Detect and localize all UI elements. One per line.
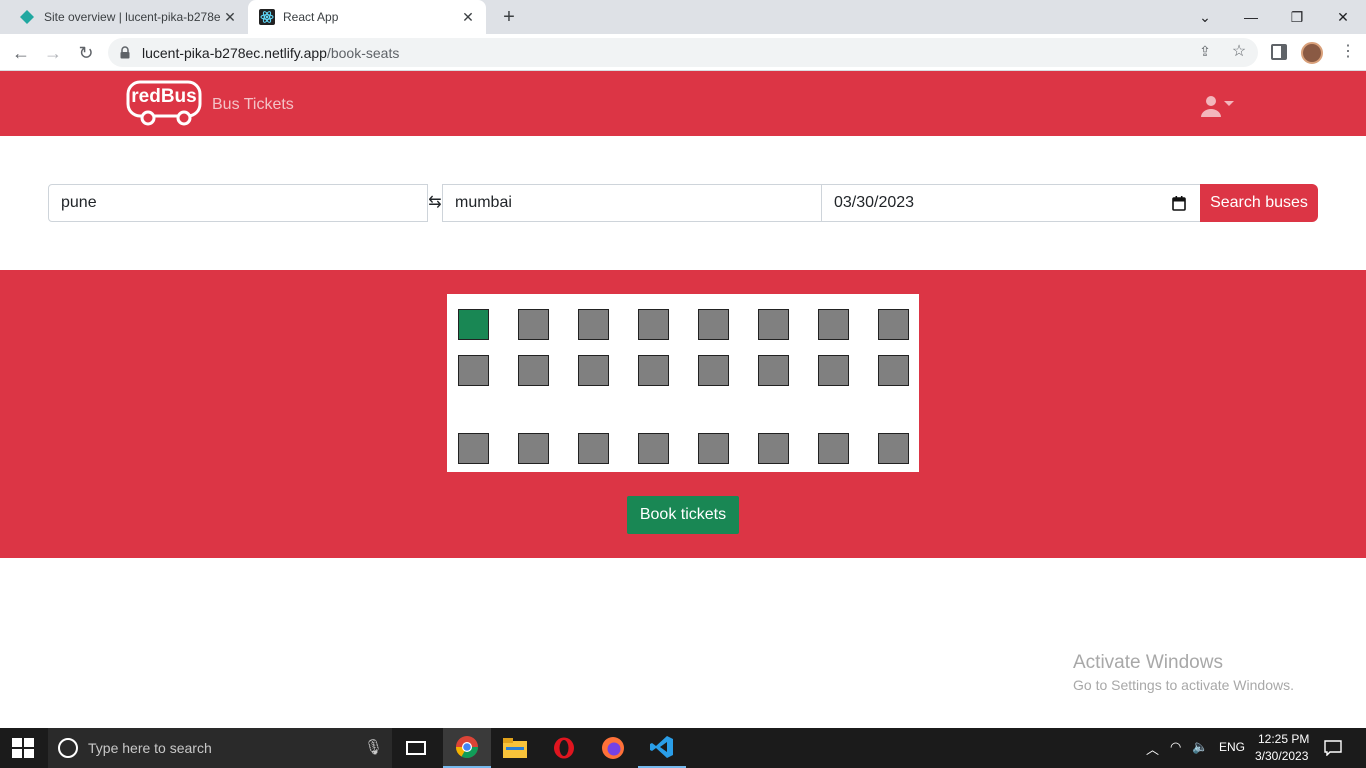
seat[interactable] — [698, 355, 729, 386]
netlify-icon — [20, 10, 34, 24]
menu-icon[interactable]: ⋮ — [1340, 40, 1356, 64]
seat[interactable] — [578, 433, 609, 464]
search-icon — [58, 738, 78, 758]
close-window-icon[interactable]: ✕ — [1330, 4, 1356, 30]
redbus-logo[interactable]: redBus — [126, 79, 202, 127]
calendar-icon[interactable] — [1172, 196, 1186, 211]
url-text: lucent-pika-b278ec.netlify.app/book-seat… — [142, 45, 399, 61]
opera-icon[interactable] — [540, 728, 588, 768]
seat[interactable] — [638, 309, 669, 340]
from-city-input[interactable]: pune — [48, 184, 428, 222]
user-menu-dropdown[interactable] — [1198, 93, 1238, 117]
windows-taskbar: Type here to search 🎙 ︿ ◠ 🔈 ENG 12:25 PM… — [0, 728, 1366, 768]
seat[interactable] — [578, 309, 609, 340]
seat[interactable] — [458, 355, 489, 386]
network-icon[interactable]: ◠ — [1170, 739, 1181, 755]
clock-time[interactable]: 12:25 PM — [1258, 732, 1309, 746]
seat-selection-section: Book tickets — [0, 270, 1366, 558]
react-icon — [259, 9, 275, 25]
tab-search-icon[interactable]: ⌄ — [1192, 4, 1218, 30]
seat[interactable] — [758, 309, 789, 340]
minimize-icon[interactable]: — — [1238, 4, 1264, 30]
lock-icon — [120, 46, 130, 59]
seat-map — [447, 294, 919, 472]
travel-date-input[interactable]: 03/30/2023 — [821, 184, 1201, 222]
search-buses-button[interactable]: Search buses — [1200, 184, 1318, 222]
seat[interactable] — [698, 309, 729, 340]
taskbar-search-box[interactable]: Type here to search 🎙 — [48, 728, 392, 768]
microphone-icon[interactable]: 🎙 — [364, 738, 383, 756]
notification-icon[interactable] — [1324, 740, 1342, 756]
windows-start-icon[interactable] — [12, 738, 34, 758]
seat[interactable] — [758, 355, 789, 386]
app-navbar: redBus Bus Tickets — [0, 71, 1366, 136]
tab-react-app[interactable]: React App ✕ — [248, 0, 486, 34]
seat[interactable] — [878, 355, 909, 386]
seat[interactable] — [458, 309, 489, 340]
new-tab-button[interactable]: + — [497, 5, 521, 29]
firefox-icon[interactable] — [589, 728, 637, 768]
back-icon[interactable]: ← — [8, 40, 34, 66]
browser-tab-strip: Site overview | lucent-pika-b278e ✕ Reac… — [0, 0, 1366, 34]
address-bar[interactable]: lucent-pika-b278ec.netlify.app/book-seat… — [108, 38, 1258, 67]
brand-label[interactable]: Bus Tickets — [212, 96, 294, 114]
restore-icon[interactable]: ❐ — [1284, 4, 1310, 30]
url-path: /book-seats — [326, 45, 400, 61]
share-icon[interactable]: ⇪ — [1196, 43, 1214, 61]
avatar[interactable] — [1301, 42, 1323, 64]
file-explorer-icon[interactable] — [491, 728, 539, 768]
vscode-icon[interactable] — [638, 728, 686, 768]
seat[interactable] — [578, 355, 609, 386]
tab-title: React App — [283, 10, 339, 24]
seat[interactable] — [518, 355, 549, 386]
seat[interactable] — [758, 433, 789, 464]
logo-text: redBus — [131, 86, 197, 107]
seat[interactable] — [518, 309, 549, 340]
seat[interactable] — [878, 433, 909, 464]
task-view-icon[interactable] — [392, 728, 440, 768]
tab-title: Site overview | lucent-pika-b278e — [44, 10, 220, 24]
forward-icon[interactable]: → — [40, 40, 66, 66]
user-icon — [1201, 96, 1221, 117]
to-city-input[interactable]: mumbai — [442, 184, 822, 222]
seat[interactable] — [878, 309, 909, 340]
seat[interactable] — [458, 433, 489, 464]
seat[interactable] — [698, 433, 729, 464]
seat[interactable] — [818, 355, 849, 386]
seat[interactable] — [818, 309, 849, 340]
activate-windows-subtitle: Go to Settings to activate Windows. — [1073, 677, 1294, 693]
close-icon[interactable]: ✕ — [460, 9, 476, 25]
taskbar-search-placeholder: Type here to search — [88, 740, 212, 756]
close-icon[interactable]: ✕ — [222, 9, 238, 25]
side-panel-icon[interactable] — [1271, 44, 1287, 60]
tab-site-overview[interactable]: Site overview | lucent-pika-b278e ✕ — [8, 0, 248, 34]
activate-windows-title: Activate Windows — [1073, 652, 1223, 673]
clock-date[interactable]: 3/30/2023 — [1255, 749, 1308, 763]
seat[interactable] — [518, 433, 549, 464]
bookmark-star-icon[interactable]: ☆ — [1230, 41, 1248, 61]
language-indicator[interactable]: ENG — [1219, 740, 1245, 754]
chevron-up-icon[interactable]: ︿ — [1146, 739, 1159, 758]
browser-toolbar: ← → ↻ lucent-pika-b278ec.netlify.app/boo… — [0, 34, 1366, 71]
date-value: 03/30/2023 — [834, 194, 915, 211]
url-host: lucent-pika-b278ec.netlify.app — [142, 45, 327, 61]
seat[interactable] — [638, 433, 669, 464]
reload-icon[interactable]: ↻ — [73, 40, 99, 66]
seat[interactable] — [818, 433, 849, 464]
volume-icon[interactable]: 🔈 — [1192, 739, 1208, 755]
seat[interactable] — [638, 355, 669, 386]
chevron-down-icon — [1224, 101, 1234, 106]
chrome-taskbar-icon[interactable] — [443, 728, 491, 768]
book-tickets-button[interactable]: Book tickets — [627, 496, 739, 534]
